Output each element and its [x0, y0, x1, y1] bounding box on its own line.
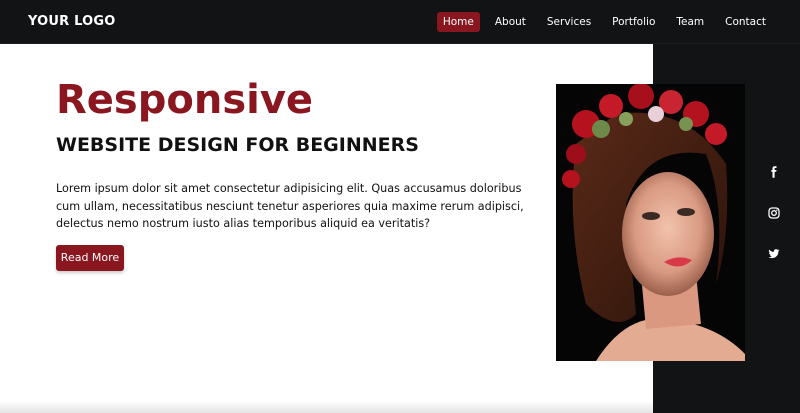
nav-about[interactable]: About	[489, 12, 532, 32]
nav-services[interactable]: Services	[541, 12, 597, 32]
instagram-icon[interactable]	[762, 201, 786, 225]
hero-body: Lorem ipsum dolor sit amet consectetur a…	[56, 182, 524, 230]
hero-photo	[556, 84, 745, 361]
twitter-icon[interactable]	[762, 242, 786, 266]
nav-home[interactable]: Home	[436, 12, 480, 32]
site-logo[interactable]: YOUR LOGO	[28, 14, 116, 29]
main-nav: Home About Services Portfolio Team Conta…	[436, 12, 772, 32]
read-more-button[interactable]: Read More	[56, 245, 124, 271]
nav-team[interactable]: Team	[670, 12, 710, 32]
nav-portfolio[interactable]: Portfolio	[606, 12, 661, 32]
site-header: YOUR LOGO Home About Services Portfolio …	[0, 0, 800, 44]
facebook-icon[interactable]	[762, 160, 786, 184]
hero-title: Responsive	[56, 77, 314, 123]
portrait-image	[556, 84, 745, 361]
hero-subtitle: WEBSITE DESIGN FOR BEGINNERS	[56, 134, 419, 156]
panel-shadow	[0, 401, 653, 413]
nav-contact[interactable]: Contact	[719, 12, 772, 32]
